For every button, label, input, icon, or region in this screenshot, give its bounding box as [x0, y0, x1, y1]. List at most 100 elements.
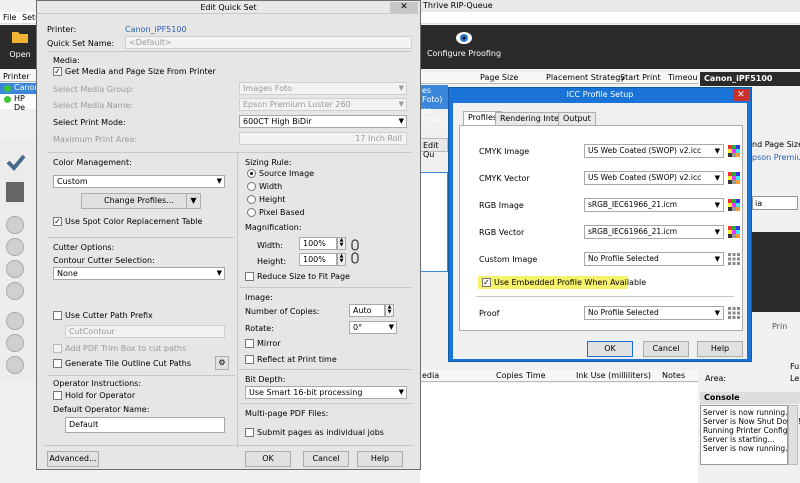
cmyk-image-select[interactable]: US Web Coated (SWOP) v2.icc ▼ — [584, 144, 724, 158]
printer-item-hp[interactable]: HP De — [0, 94, 36, 112]
height-radio[interactable] — [247, 195, 256, 204]
contour-cutter-select[interactable]: None ▼ — [53, 267, 225, 280]
printer-detail-header: Canon_iPF5100 — [700, 72, 800, 86]
queue-table-header: Page Size Placement Strategy Start Print… — [420, 72, 698, 84]
console-scrollbar[interactable] — [788, 405, 798, 465]
bit-depth-select[interactable]: Use Smart 16-bit processing ▼ — [245, 386, 407, 399]
proof-select[interactable]: No Profile Selected ▼ — [584, 306, 724, 320]
tab-output[interactable]: Output — [558, 112, 596, 125]
reduce-size-checkbox[interactable] — [245, 272, 254, 281]
column-header[interactable]: Page Size — [480, 73, 518, 82]
console-title: Console — [700, 392, 800, 404]
stop-icon[interactable] — [6, 334, 24, 352]
column-header[interactable]: Ink Use (milliliters) — [576, 371, 651, 380]
quickset-name-field[interactable]: <Default> — [125, 36, 412, 49]
get-media-checkbox[interactable]: ✓ — [53, 67, 62, 76]
spot-color-checkbox[interactable]: ✓ — [53, 217, 62, 226]
hold-operator-checkbox[interactable] — [53, 391, 62, 400]
print-mode-select[interactable]: 600CT High BiDir ▼ — [239, 115, 407, 128]
cutter-prefix-checkbox[interactable] — [53, 311, 62, 320]
move-down-icon[interactable] — [6, 260, 24, 278]
move-down-icon[interactable] — [6, 282, 24, 300]
mirror-checkbox[interactable] — [245, 339, 254, 348]
height-stepper[interactable]: ▲ ▼ — [337, 253, 346, 266]
printer-item-canon[interactable]: Canon — [0, 83, 40, 94]
change-profiles-button[interactable]: Change Profiles... ▼ — [81, 193, 201, 209]
gray-grid-icon[interactable] — [728, 307, 740, 319]
rotate-label: Rotate: — [245, 324, 274, 333]
ok-button[interactable]: OK — [245, 451, 291, 467]
close-icon[interactable]: ✕ — [733, 89, 749, 101]
advanced-button[interactable]: Advanced... — [47, 451, 99, 467]
chevron-down-icon: ▼ — [714, 228, 720, 236]
media-field[interactable]: ia — [752, 196, 798, 210]
play-icon[interactable] — [6, 312, 24, 330]
media-group-select[interactable]: Images Foto ▼ — [239, 82, 407, 95]
width-radio[interactable] — [247, 182, 256, 191]
copies-stepper[interactable]: ▲ ▼ — [385, 304, 394, 317]
close-icon[interactable]: ✕ — [390, 2, 418, 13]
rotate-select[interactable]: 0° ▼ — [349, 321, 397, 334]
column-header[interactable]: edia — [422, 371, 439, 380]
gray-grid-icon[interactable] — [728, 253, 740, 265]
chain-link-icon[interactable] — [351, 239, 359, 265]
cmyk-vector-select[interactable]: US Web Coated (SWOP) v2.icc ▼ — [584, 171, 724, 185]
document-icon[interactable] — [6, 182, 24, 202]
submit-pages-label: Submit pages as individual jobs — [257, 428, 384, 437]
icc-ok-button[interactable]: OK — [587, 341, 633, 357]
cancel-button[interactable]: Cancel — [303, 451, 349, 467]
edit-quick-set-dialog: Edit Quick Set ✕ Printer: Canon_iPF5100 … — [36, 0, 421, 470]
gear-icon[interactable]: ⚙ — [215, 356, 229, 370]
width-field[interactable]: 100% — [299, 237, 337, 250]
color-management-select[interactable]: Custom ▼ — [53, 175, 225, 188]
column-header[interactable]: Placement Strategy — [546, 73, 625, 82]
pdf-trim-checkbox[interactable] — [53, 344, 62, 353]
color-grid-icon[interactable] — [728, 226, 740, 238]
proof-label: Proof — [479, 309, 500, 318]
media-name-select[interactable]: Epson Premium Luster 260 ▼ — [239, 98, 407, 111]
queue-rows[interactable]: es Foto) es Foto) — [420, 85, 448, 124]
print-button[interactable]: Prin — [772, 322, 787, 331]
pixel-based-radio[interactable] — [247, 208, 256, 217]
multipage-label: Multi-page PDF Files: — [245, 409, 329, 418]
column-header[interactable]: Timeou — [668, 73, 698, 82]
source-image-radio[interactable] — [247, 169, 256, 178]
pause-icon[interactable] — [6, 356, 24, 374]
edit-quickset-tab[interactable]: Edit Qu — [420, 138, 448, 159]
submit-pages-checkbox[interactable] — [245, 428, 254, 437]
width-option-label: Width — [259, 182, 283, 191]
jobs-table-header: edia Copies Time Ink Use (milliliters) N… — [420, 370, 698, 382]
move-up-icon[interactable] — [6, 216, 24, 234]
help-button[interactable]: Help — [357, 451, 403, 467]
cut-contour-field[interactable]: CutContour — [65, 325, 225, 338]
reflect-checkbox[interactable] — [245, 355, 254, 364]
width-stepper[interactable]: ▲ ▼ — [337, 237, 346, 250]
cmyk-image-value: US Web Coated (SWOP) v2.icc — [588, 146, 702, 155]
column-header[interactable]: Time — [526, 371, 546, 380]
configure-proofing-button[interactable]: Configure Proofing — [424, 29, 504, 58]
quickset-list[interactable] — [420, 172, 448, 272]
chevron-down-icon[interactable]: ▼ — [186, 194, 200, 208]
rgb-vector-select[interactable]: sRGB_IEC61966_21.icm ▼ — [584, 225, 724, 239]
copies-field[interactable]: Auto — [349, 304, 385, 317]
embedded-profile-checkbox[interactable]: ✓ — [482, 278, 491, 287]
height-field[interactable]: 100% — [299, 253, 337, 266]
rgb-image-select[interactable]: sRGB_IEC61966_21.icm ▼ — [584, 198, 724, 212]
open-button[interactable]: Open — [6, 29, 34, 59]
default-operator-field[interactable]: Default — [65, 417, 225, 433]
custom-image-select[interactable]: No Profile Selected ▼ — [584, 252, 724, 266]
color-grid-icon[interactable] — [728, 199, 740, 211]
icc-cancel-button[interactable]: Cancel — [643, 341, 689, 357]
tile-outline-checkbox[interactable] — [53, 359, 62, 368]
color-grid-icon[interactable] — [728, 172, 740, 184]
column-header[interactable]: Start Print — [620, 73, 661, 82]
menu-file[interactable]: File — [3, 13, 16, 22]
move-up-icon[interactable] — [6, 238, 24, 256]
column-header[interactable]: Copies — [496, 371, 523, 380]
chevron-down-icon: ▼ — [714, 174, 720, 182]
icc-help-button[interactable]: Help — [697, 341, 743, 357]
chevron-down-icon: ▼ — [398, 84, 404, 92]
checkmark-icon[interactable] — [6, 152, 26, 172]
column-header[interactable]: Notes — [662, 371, 685, 380]
color-grid-icon[interactable] — [728, 145, 740, 157]
